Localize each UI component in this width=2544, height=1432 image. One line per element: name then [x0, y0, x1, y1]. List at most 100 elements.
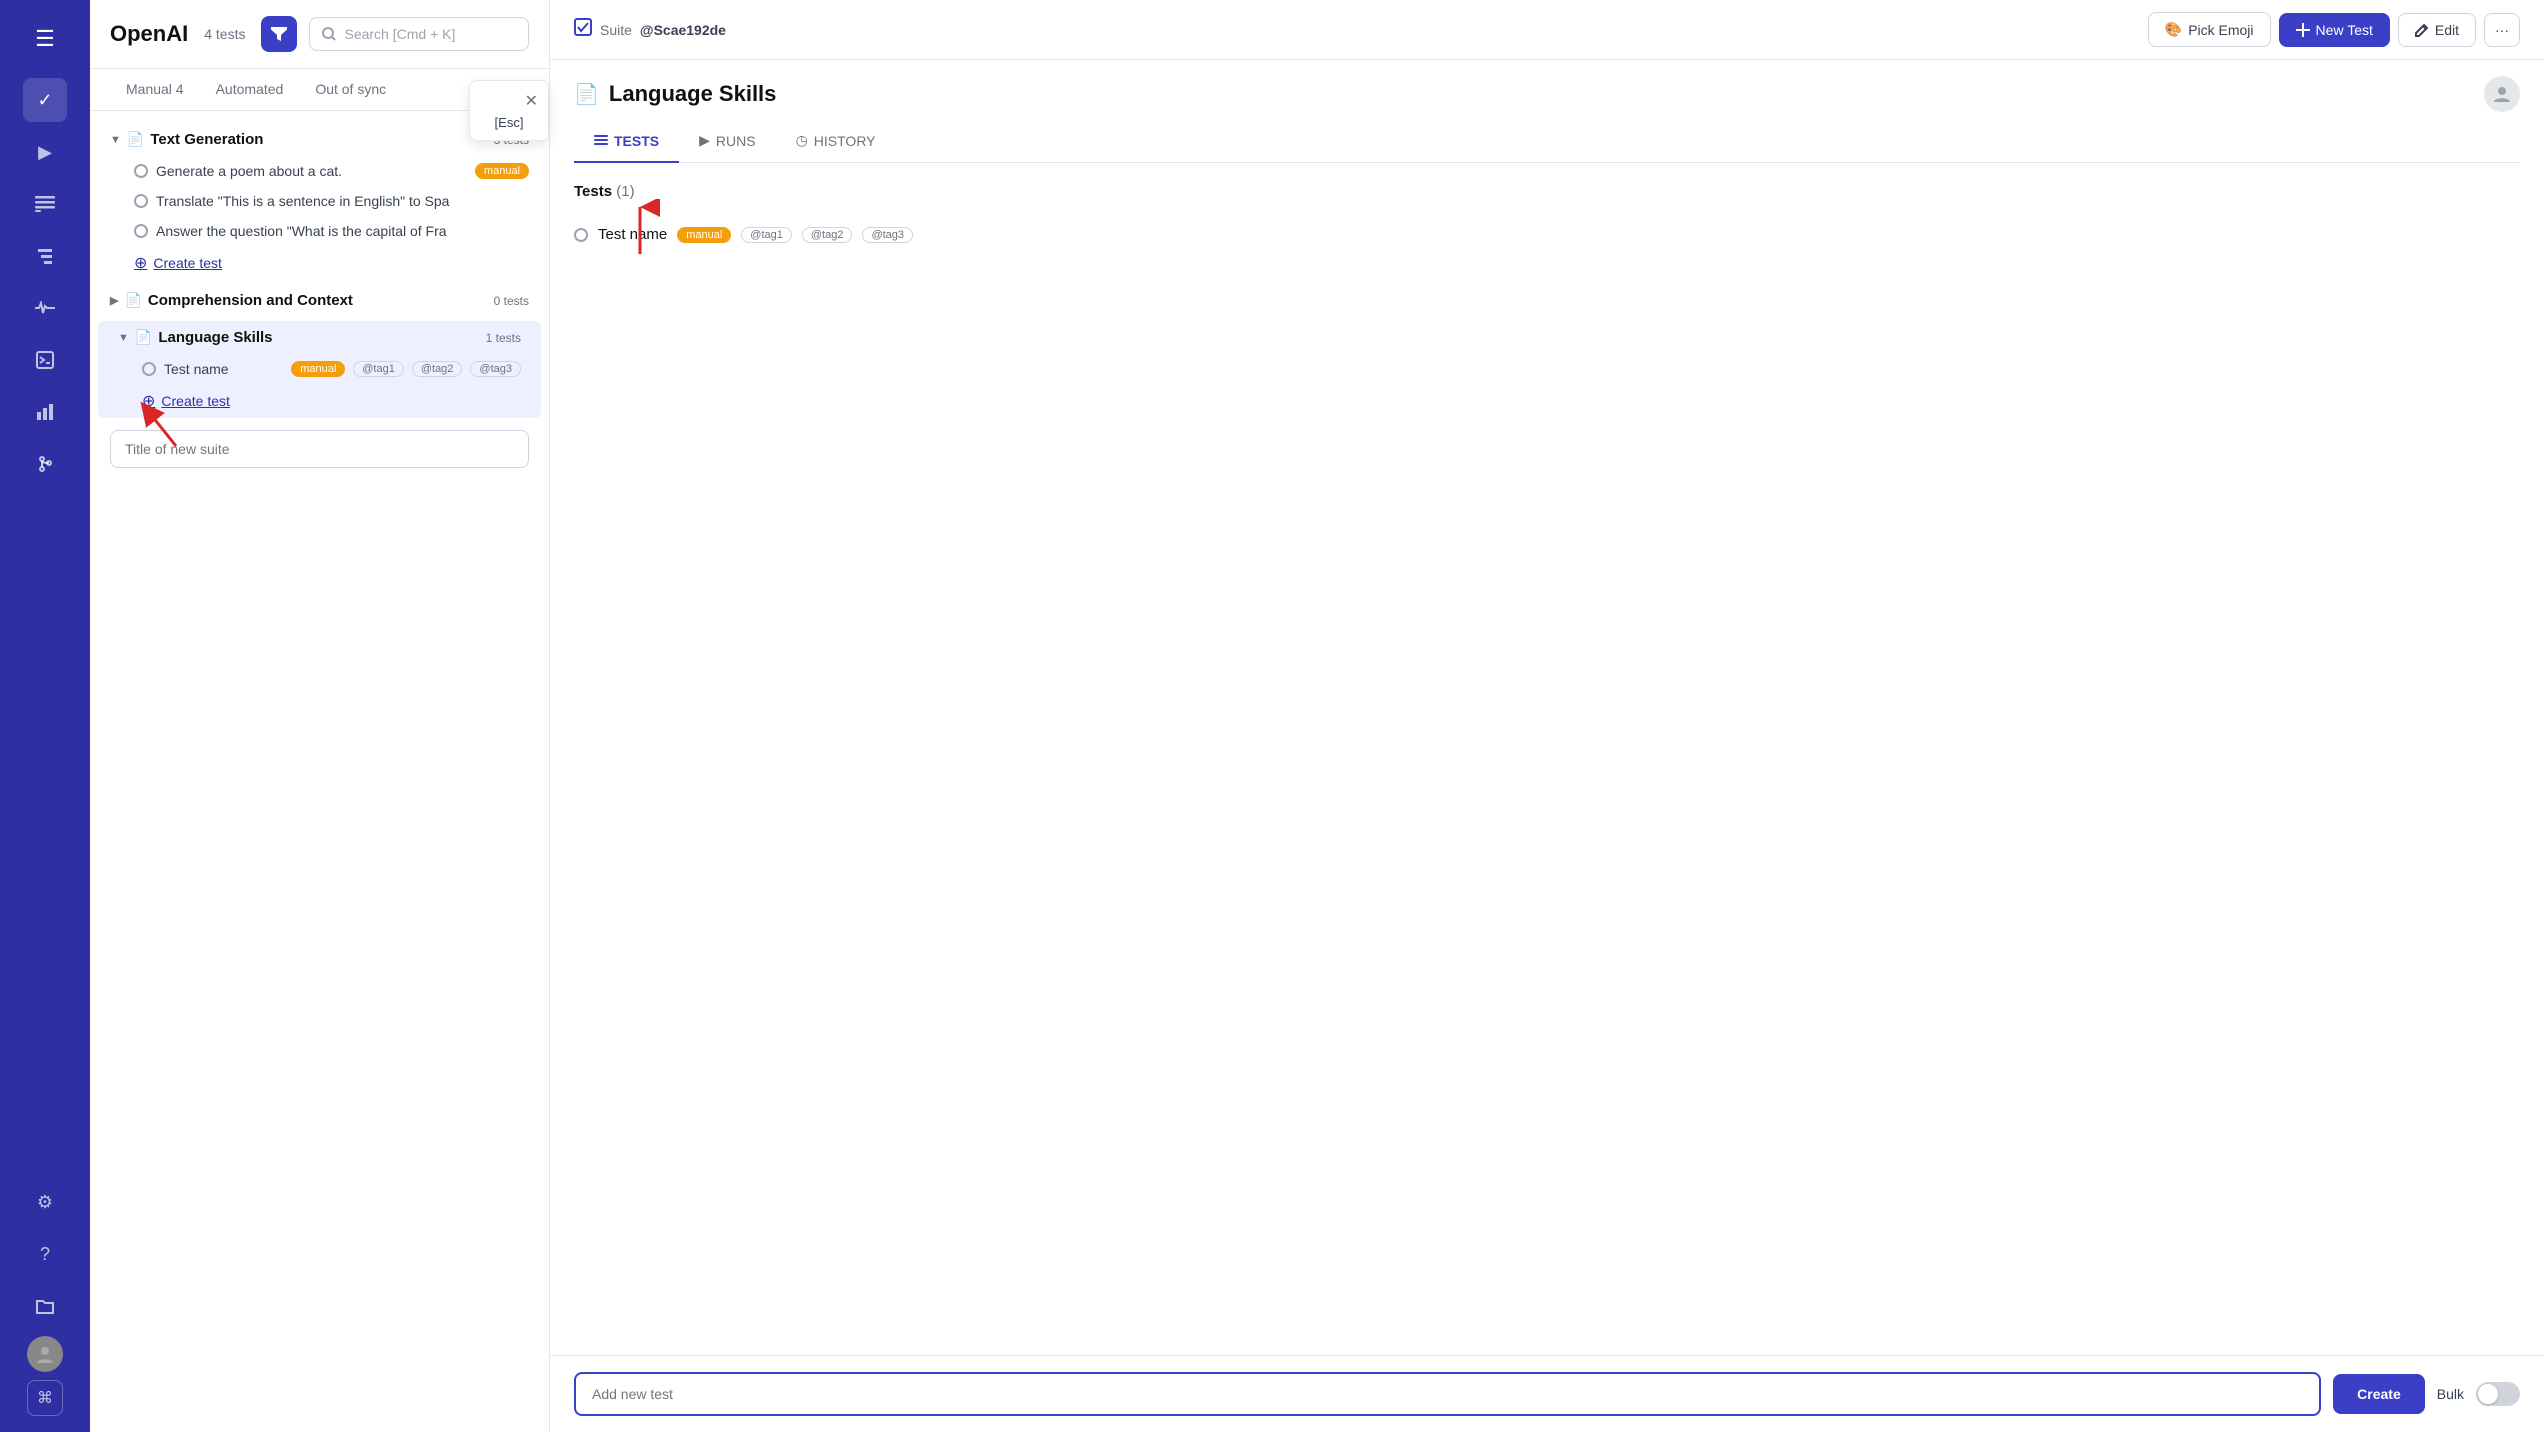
edit-button[interactable]: Edit: [2398, 13, 2476, 47]
pick-emoji-label: Pick Emoji: [2188, 22, 2253, 38]
test-name: Answer the question "What is the capital…: [156, 223, 529, 239]
nav-icon-play[interactable]: ▶: [23, 130, 67, 174]
suite-label: Suite: [600, 22, 632, 38]
test-radio: [142, 362, 156, 376]
suite-language-skills: ▼ 📄 Language Skills 1 tests Test name ma…: [98, 321, 541, 418]
nav-icon-activity[interactable]: [23, 286, 67, 330]
bulk-toggle[interactable]: [2476, 1382, 2520, 1406]
test-radio: [134, 164, 148, 178]
test-name: Translate "This is a sentence in English…: [156, 193, 529, 209]
test-row-radio: [574, 228, 588, 242]
tab-runs-label: RUNS: [716, 133, 756, 149]
suite-count: 1 tests: [486, 331, 521, 345]
suite-name-breadcrumb: @Scae192de: [640, 22, 726, 38]
tests-header: Tests (1): [574, 183, 2520, 200]
app-title: OpenAI: [110, 21, 188, 47]
toggle-knob: [2478, 1384, 2498, 1404]
new-test-button[interactable]: New Test: [2279, 13, 2390, 47]
user-avatar-bottom[interactable]: [27, 1336, 63, 1372]
nav-icon-folder[interactable]: [23, 1284, 67, 1328]
test-item-capital[interactable]: Answer the question "What is the capital…: [90, 216, 549, 246]
test-radio: [134, 224, 148, 238]
add-test-input[interactable]: [574, 1372, 2321, 1416]
plus-icon: ⊕: [134, 253, 147, 273]
tab-history[interactable]: ◷ HISTORY: [776, 120, 896, 163]
nav-icon-steps[interactable]: [23, 234, 67, 278]
tag-tag1-main: @tag1: [741, 227, 792, 243]
nav-icon-help[interactable]: ?: [23, 1232, 67, 1276]
test-radio: [134, 194, 148, 208]
page-file-icon: 📄: [574, 82, 599, 107]
history-icon: ◷: [796, 132, 808, 149]
nav-icon-terminal[interactable]: [23, 338, 67, 382]
suite-name: Comprehension and Context: [148, 292, 488, 309]
hamburger-icon[interactable]: ☰: [25, 16, 65, 62]
emoji-icon: 🎨: [2165, 21, 2182, 38]
search-placeholder: Search [Cmd + K]: [344, 26, 455, 42]
tab-runs[interactable]: ▶ RUNS: [679, 120, 775, 163]
content-tabs: TESTS ▶ RUNS ◷ HISTORY: [574, 120, 2520, 163]
suite-name: Text Generation: [150, 131, 487, 148]
new-test-label: New Test: [2316, 22, 2373, 38]
tag-tag3: @tag3: [470, 361, 521, 377]
tag-manual: manual: [291, 361, 345, 377]
chevron-down-icon: ▼: [118, 332, 129, 344]
test-row-main[interactable]: Test name manual @tag1 @tag2 @tag3: [574, 216, 2520, 253]
header-avatar[interactable]: [2484, 76, 2520, 112]
tag-tag1: @tag1: [353, 361, 404, 377]
page-title: Language Skills: [609, 81, 777, 107]
tag-tag3-main: @tag3: [862, 227, 913, 243]
esc-popup: ✕ [Esc]: [469, 80, 549, 141]
test-item-testname[interactable]: Test name manual @tag1 @tag2 @tag3: [98, 354, 541, 384]
create-test-label: Create test: [153, 255, 221, 271]
create-test-link-langskills[interactable]: ⊕ Create test: [98, 384, 541, 418]
plus-icon: ⊕: [142, 391, 155, 411]
main-content: Suite @Scae192de 🎨 Pick Emoji New Test: [550, 0, 2544, 1432]
sidebar-content: ▼ 📄 Text Generation 3 tests Generate a p…: [90, 111, 549, 1432]
tag-manual-main: manual: [677, 227, 731, 243]
tab-out-of-sync[interactable]: Out of sync: [299, 69, 402, 111]
cmd-key-button[interactable]: ⌘: [27, 1380, 63, 1416]
sidebar: OpenAI 4 tests Search [Cmd + K] ✕ [Esc] …: [90, 0, 550, 1432]
esc-label: [Esc]: [495, 115, 524, 130]
file-icon: 📄: [127, 131, 144, 148]
new-suite-input[interactable]: [110, 430, 529, 468]
test-item-translate[interactable]: Translate "This is a sentence in English…: [90, 186, 549, 216]
tab-manual[interactable]: Manual 4: [110, 69, 200, 111]
sidebar-header: OpenAI 4 tests Search [Cmd + K]: [90, 0, 549, 69]
nav-icon-list[interactable]: [23, 182, 67, 226]
checkbox-icon: [574, 18, 592, 41]
bulk-label: Bulk: [2437, 1386, 2464, 1402]
chevron-down-icon: ▼: [110, 134, 121, 146]
tab-automated[interactable]: Automated: [200, 69, 300, 111]
test-name: Generate a poem about a cat.: [156, 163, 467, 179]
edit-icon: [2415, 23, 2429, 37]
test-item-poem[interactable]: Generate a poem about a cat. manual: [90, 156, 549, 186]
create-test-link-textgen[interactable]: ⊕ Create test: [90, 246, 549, 280]
page-title-row: 📄 Language Skills: [550, 60, 2544, 120]
search-box[interactable]: Search [Cmd + K]: [309, 17, 529, 51]
file-icon: 📄: [135, 329, 152, 346]
test-name-label: Test name: [164, 361, 283, 377]
suite-language-skills-header[interactable]: ▼ 📄 Language Skills 1 tests: [98, 321, 541, 354]
tag-tag2: @tag2: [412, 361, 463, 377]
edit-label: Edit: [2435, 22, 2459, 38]
suite-comprehension-header[interactable]: ▶ 📄 Comprehension and Context 0 tests: [90, 284, 549, 317]
main-body: Tests (1) Test name manual @tag1 @tag2 @…: [550, 163, 2544, 1355]
nav-icon-check[interactable]: ✓: [23, 78, 67, 122]
nav-icon-chart[interactable]: [23, 390, 67, 434]
more-options-button[interactable]: ···: [2484, 13, 2520, 47]
nav-icon-gear[interactable]: ⚙: [23, 1180, 67, 1224]
nav-icon-git[interactable]: [23, 442, 67, 486]
suite-count: 0 tests: [494, 294, 529, 308]
suite-comprehension: ▶ 📄 Comprehension and Context 0 tests: [90, 284, 549, 317]
more-icon: ···: [2495, 22, 2509, 38]
close-icon[interactable]: ✕: [525, 91, 538, 111]
file-icon: 📄: [124, 292, 141, 309]
filter-button[interactable]: [261, 16, 297, 52]
tag-manual: manual: [475, 163, 529, 179]
pick-emoji-button[interactable]: 🎨 Pick Emoji: [2148, 12, 2271, 47]
create-test-label: Create test: [161, 393, 229, 409]
create-button[interactable]: Create: [2333, 1374, 2425, 1414]
tab-tests[interactable]: TESTS: [574, 120, 679, 163]
